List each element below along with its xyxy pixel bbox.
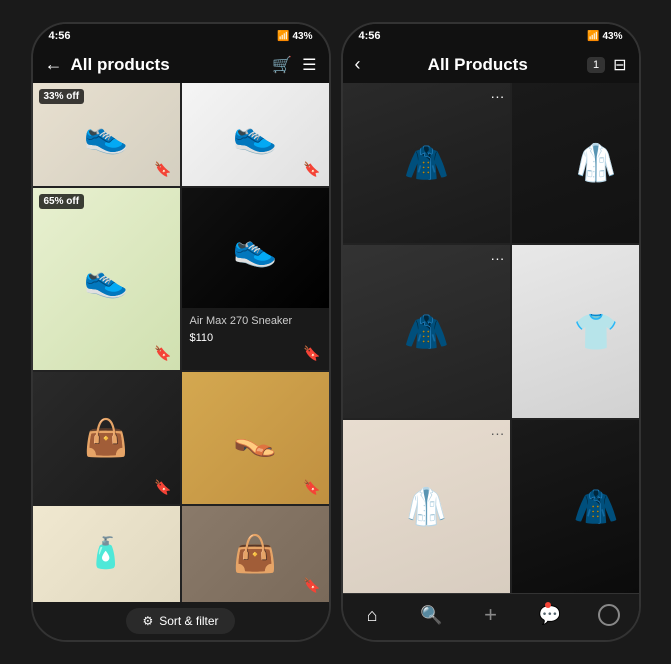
back-button-right[interactable]: ‹ [355, 54, 361, 75]
nav-add[interactable]: + [461, 602, 520, 628]
product-image: 🧴 [33, 506, 180, 602]
more-button[interactable]: ··· [490, 89, 504, 103]
nav-search[interactable]: 🔍 [402, 602, 461, 628]
time-right: 4:56 [359, 30, 381, 42]
product-list-card[interactable]: 👕 ··· $139.99 Men's Starter White Atlant… [512, 245, 638, 418]
product-card[interactable]: 👡 Geometric Sandal $169.95 🔖 [182, 372, 329, 504]
product-image: 👟 [182, 188, 329, 308]
bookmark-icon[interactable]: 🔖 [303, 479, 320, 496]
home-icon: ⌂ [367, 605, 378, 626]
phone1-header: ← All products 🛒 ☰ [33, 46, 329, 83]
sort-filter-label: Sort & filter [159, 614, 218, 628]
search-icon: 🔍 [420, 605, 442, 626]
bookmark-icon[interactable]: 🔖 [154, 479, 171, 496]
product-list-card[interactable]: 🥼 ··· $99.90 $180.00 Bernardo Mixed Medi… [343, 420, 511, 593]
product-grid: 👟 33% off 574 Classic Sneaker $60.29 $89… [33, 83, 329, 602]
filter-icon[interactable]: ⊟ [613, 55, 626, 75]
product-card[interactable]: 👟 Air Max 270 Sneaker $110 🔖 [182, 188, 329, 369]
bookmark-icon[interactable]: 🔖 [303, 161, 320, 178]
status-bar-right: 4:56 📶 43% [343, 24, 639, 46]
bottom-bar: ⚙ Sort & filter [33, 602, 329, 640]
count-badge: 1 [587, 57, 605, 73]
product-card[interactable]: 🧴 Replica Coffee Break F... $32 [33, 506, 180, 602]
menu-icon[interactable]: ☰ [302, 55, 316, 75]
page-title-right: All Products [369, 55, 587, 75]
bookmark-icon[interactable]: 🔖 [303, 577, 320, 594]
product-list-card[interactable]: 🧥 ··· $219.00 Outdoor Research Women's .… [512, 420, 638, 593]
bookmark-icon[interactable]: 🔖 [154, 345, 171, 362]
product-image: 🥼 [512, 83, 638, 243]
nav-profile[interactable] [579, 602, 638, 628]
product-price: $110 [190, 332, 321, 344]
status-icons-left: 📶 43% [277, 31, 312, 42]
product-card[interactable]: 👟 Classic Checker Slip-On $37.95 🔖 [182, 83, 329, 186]
product-list-grid: 🧥 ··· $59.99 Men's Fanatics Branded Blac… [343, 83, 639, 593]
more-button[interactable]: ··· [490, 251, 504, 265]
status-icons-right: 📶 43% [587, 31, 622, 42]
sort-icon: ⚙ [142, 614, 153, 628]
discount-badge: 65% off [39, 194, 85, 209]
header-icons-left: 🛒 ☰ [272, 55, 316, 75]
product-image: 🧥 [343, 245, 511, 418]
nav-home[interactable]: ⌂ [343, 602, 402, 628]
back-button-left[interactable]: ← [45, 54, 63, 75]
bottom-nav: ⌂ 🔍 + 💬 [343, 593, 639, 640]
add-icon: + [484, 602, 497, 628]
status-bar-left: 4:56 📶 43% [33, 24, 329, 46]
phone-right: 4:56 📶 43% ‹ All Products 1 ⊟ 🧥 ··· $59.… [341, 22, 641, 642]
cart-icon[interactable]: 🛒 [272, 55, 292, 75]
bookmark-icon[interactable]: 🔖 [303, 345, 320, 362]
product-list-card[interactable]: 🧥 ··· $395.00 Barbour Beadnell Waxed Cot… [343, 245, 511, 418]
nav-chat[interactable]: 💬 [520, 602, 579, 628]
page-title-left: All products [71, 55, 273, 75]
product-image: 👟 [33, 188, 180, 369]
product-card[interactable]: 👜 Monogram Pebbled Leather Envelope Card… [33, 372, 180, 504]
discount-badge: 33% off [39, 89, 85, 104]
product-image: 👕 [512, 245, 638, 418]
product-list-card[interactable]: 🥼 ··· $69.99 Women's Colosseum Black F..… [512, 83, 638, 243]
product-card[interactable]: 👟 65% off Air Zoom Fire Running Shoe $38… [33, 188, 180, 369]
more-button[interactable]: ··· [490, 426, 504, 440]
phone-left: 4:56 📶 43% ← All products 🛒 ☰ 👟 33% off … [31, 22, 331, 642]
product-list-card[interactable]: 🧥 ··· $59.99 Men's Fanatics Branded Blac… [343, 83, 511, 243]
product-name: Air Max 270 Sneaker [190, 314, 321, 328]
profile-icon [598, 604, 620, 626]
time-left: 4:56 [49, 30, 71, 42]
phone2-header: ‹ All Products 1 ⊟ [343, 46, 639, 83]
product-card[interactable]: 👜 ...hot Bag 🔖 [182, 506, 329, 602]
bookmark-icon[interactable]: 🔖 [154, 161, 171, 178]
product-image: 🥼 [343, 420, 511, 593]
product-card[interactable]: 👟 33% off 574 Classic Sneaker $60.29 $89… [33, 83, 180, 186]
product-image: 🧥 [512, 420, 638, 593]
sort-filter-button[interactable]: ⚙ Sort & filter [126, 608, 234, 634]
product-image: 🧥 [343, 83, 511, 243]
chat-icon: 💬 [539, 605, 561, 626]
